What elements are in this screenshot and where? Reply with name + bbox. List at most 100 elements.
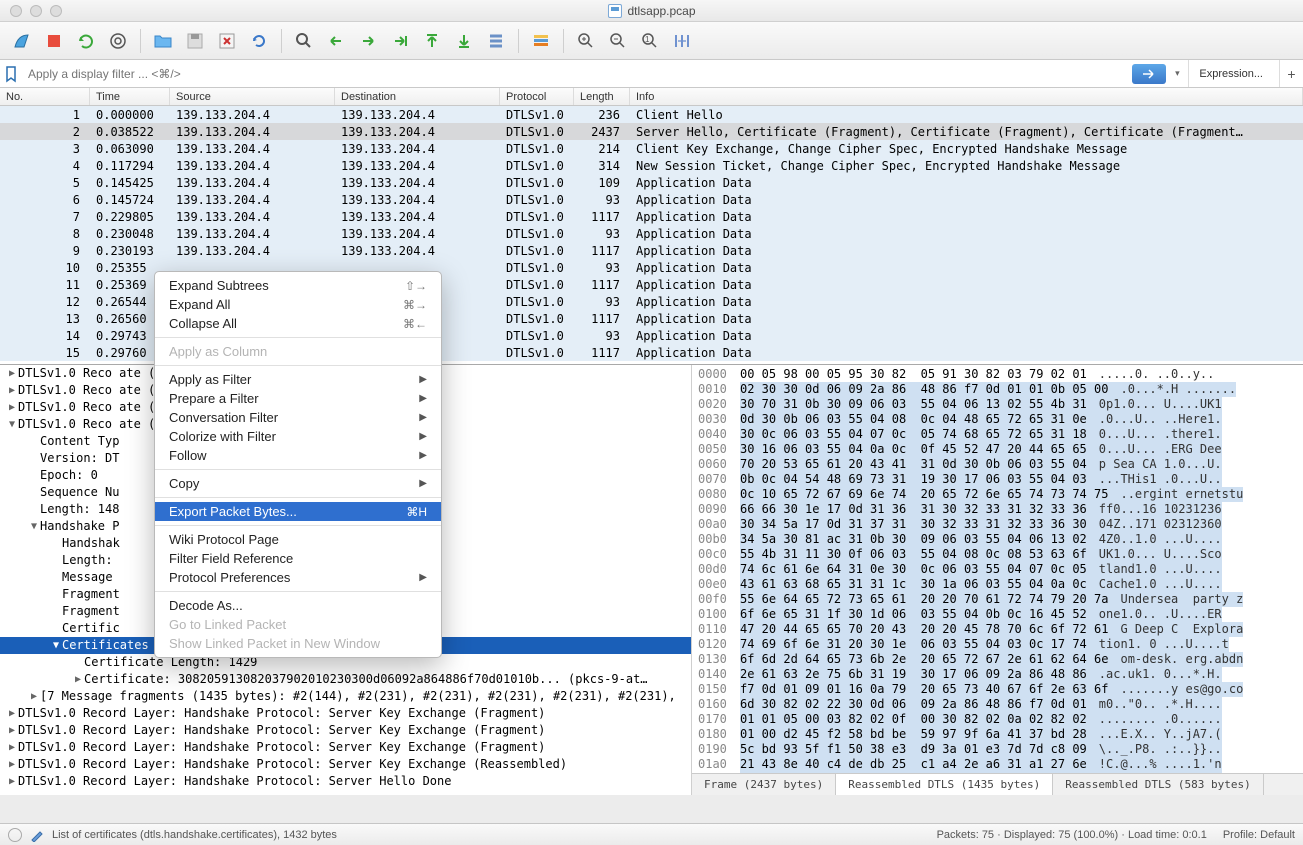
hex-row[interactable]: 00700b 0c 04 54 48 69 73 31 19 30 17 06 … (698, 472, 1297, 487)
add-filter-button[interactable]: + (1279, 60, 1303, 87)
edit-icon[interactable] (30, 828, 44, 842)
last-icon[interactable] (450, 27, 478, 55)
col-protocol[interactable]: Protocol (500, 88, 574, 105)
context-menu-item[interactable]: Apply as Filter▶ (155, 370, 441, 389)
context-menu-item[interactable]: Colorize with Filter▶ (155, 427, 441, 446)
options-icon[interactable] (104, 27, 132, 55)
tree-item[interactable]: ▶DTLSv1.0 Record Layer: Handshake Protoc… (0, 739, 691, 756)
hex-row[interactable]: 0150f7 0d 01 09 01 16 0a 79 20 65 73 40 … (698, 682, 1297, 697)
hex-row[interactable]: 002030 70 31 0b 30 09 06 03 55 04 06 13 … (698, 397, 1297, 412)
col-time[interactable]: Time (90, 88, 170, 105)
hex-row[interactable]: 00c055 4b 31 11 30 0f 06 03 55 04 08 0c … (698, 547, 1297, 562)
hex-row[interactable]: 01006f 6e 65 31 1f 30 1d 06 03 55 04 0b … (698, 607, 1297, 622)
hex-row[interactable]: 01306f 6d 2d 64 65 73 6b 2e 20 65 72 67 … (698, 652, 1297, 667)
open-folder-icon[interactable] (149, 27, 177, 55)
context-menu-item[interactable]: Conversation Filter▶ (155, 408, 441, 427)
restart-icon[interactable] (72, 27, 100, 55)
context-menu-item[interactable]: Follow▶ (155, 446, 441, 465)
hex-row[interactable]: 00800c 10 65 72 67 69 6e 74 20 65 72 6e … (698, 487, 1297, 502)
packet-row[interactable]: 60.145724139.133.204.4139.133.204.4DTLSv… (0, 191, 1303, 208)
resize-columns-icon[interactable] (668, 27, 696, 55)
minimize-window-button[interactable] (30, 5, 42, 17)
goto-icon[interactable] (386, 27, 414, 55)
hex-row[interactable]: 006070 20 53 65 61 20 43 41 31 0d 30 0b … (698, 457, 1297, 472)
tree-item[interactable]: ▶DTLSv1.0 Record Layer: Handshake Protoc… (0, 756, 691, 773)
next-icon[interactable] (354, 27, 382, 55)
colorize-icon[interactable] (527, 27, 555, 55)
hex-row[interactable]: 00f055 6e 64 65 72 73 65 61 20 20 70 61 … (698, 592, 1297, 607)
display-filter-input[interactable] (24, 65, 1126, 83)
find-icon[interactable] (290, 27, 318, 55)
hex-row[interactable]: 012074 69 6f 6e 31 20 30 1e 06 03 55 04 … (698, 637, 1297, 652)
packet-row[interactable]: 10.000000139.133.204.4139.133.204.4DTLSv… (0, 106, 1303, 123)
hex-tab-reassembled-2[interactable]: Reassembled DTLS (583 bytes) (1053, 774, 1263, 795)
hex-row[interactable]: 00e043 61 63 68 65 31 31 1c 30 1a 06 03 … (698, 577, 1297, 592)
context-menu-item[interactable]: Copy▶ (155, 474, 441, 493)
shark-fin-icon[interactable] (8, 27, 36, 55)
context-menu-item[interactable]: Protocol Preferences▶ (155, 568, 441, 587)
col-info[interactable]: Info (630, 88, 1303, 105)
packet-bytes-pane[interactable]: 000000 05 98 00 05 95 30 82 05 91 30 82 … (692, 365, 1303, 795)
expert-info-icon[interactable] (8, 828, 22, 842)
filter-apply-button[interactable] (1132, 64, 1166, 84)
hex-row[interactable]: 01a021 43 8e 40 c4 de db 25 c1 a4 2e a6 … (698, 757, 1297, 772)
close-window-button[interactable] (10, 5, 22, 17)
status-profile[interactable]: Profile: Default (1223, 829, 1295, 841)
reload-icon[interactable] (245, 27, 273, 55)
hex-row[interactable]: 00b034 5a 30 81 ac 31 0b 30 09 06 03 55 … (698, 532, 1297, 547)
filter-history-dropdown[interactable]: ▾ (1172, 68, 1182, 79)
hex-row[interactable]: 004030 0c 06 03 55 04 07 0c 05 74 68 65 … (698, 427, 1297, 442)
autoscroll-icon[interactable] (482, 27, 510, 55)
zoom-out-icon[interactable] (604, 27, 632, 55)
packet-row[interactable]: 40.117294139.133.204.4139.133.204.4DTLSv… (0, 157, 1303, 174)
context-menu-item[interactable]: Export Packet Bytes...⌘H (155, 502, 441, 521)
hex-row[interactable]: 00d074 6c 61 6e 64 31 0e 30 0c 06 03 55 … (698, 562, 1297, 577)
hex-tab-reassembled-1[interactable]: Reassembled DTLS (1435 bytes) (836, 774, 1053, 795)
zoom-reset-icon[interactable]: 1 (636, 27, 664, 55)
stop-icon[interactable] (40, 27, 68, 55)
hex-row[interactable]: 01905c bd 93 5f f1 50 38 e3 d9 3a 01 e3 … (698, 742, 1297, 757)
hex-row[interactable]: 00300d 30 0b 06 03 55 04 08 0c 04 48 65 … (698, 412, 1297, 427)
tree-item[interactable]: ▶DTLSv1.0 Record Layer: Handshake Protoc… (0, 773, 691, 790)
hex-row[interactable]: 005030 16 06 03 55 04 0a 0c 0f 45 52 47 … (698, 442, 1297, 457)
packet-row[interactable]: 90.230193139.133.204.4139.133.204.4DTLSv… (0, 242, 1303, 259)
context-menu-item[interactable]: Filter Field Reference (155, 549, 441, 568)
context-menu-item[interactable]: Expand Subtrees⇧→ (155, 276, 441, 295)
hex-row[interactable]: 001002 30 30 0d 06 09 2a 86 48 86 f7 0d … (698, 382, 1297, 397)
close-file-icon[interactable] (213, 27, 241, 55)
tree-item[interactable]: ▶DTLSv1.0 Record Layer: Handshake Protoc… (0, 705, 691, 722)
packet-row[interactable]: 70.229805139.133.204.4139.133.204.4DTLSv… (0, 208, 1303, 225)
first-icon[interactable] (418, 27, 446, 55)
context-menu-item[interactable]: Wiki Protocol Page (155, 530, 441, 549)
zoom-window-button[interactable] (50, 5, 62, 17)
hex-row[interactable]: 009066 66 30 1e 17 0d 31 36 31 30 32 33 … (698, 502, 1297, 517)
save-icon[interactable] (181, 27, 209, 55)
hex-row[interactable]: 00a030 34 5a 17 0d 31 37 31 30 32 33 31 … (698, 517, 1297, 532)
bookmark-icon[interactable] (4, 65, 18, 83)
tree-item[interactable]: ▶[7 Message fragments (1435 bytes): #2(1… (0, 688, 691, 705)
packet-row[interactable]: 50.145425139.133.204.4139.133.204.4DTLSv… (0, 174, 1303, 191)
col-source[interactable]: Source (170, 88, 335, 105)
tree-item[interactable]: ▶DTLSv1.0 Record Layer: Handshake Protoc… (0, 722, 691, 739)
hex-row[interactable]: 017001 01 05 00 03 82 02 0f 00 30 82 02 … (698, 712, 1297, 727)
context-menu-item[interactable]: Expand All⌘→ (155, 295, 441, 314)
packet-row[interactable]: 80.230048139.133.204.4139.133.204.4DTLSv… (0, 225, 1303, 242)
context-menu-item[interactable]: Decode As... (155, 596, 441, 615)
context-menu-item[interactable]: Prepare a Filter▶ (155, 389, 441, 408)
expression-button[interactable]: Expression... (1188, 60, 1273, 87)
hex-row[interactable]: 011047 20 44 65 65 70 20 43 20 20 45 78 … (698, 622, 1297, 637)
hex-row[interactable]: 01606d 30 82 02 22 30 0d 06 09 2a 86 48 … (698, 697, 1297, 712)
hex-row[interactable]: 01402e 61 63 2e 75 6b 31 19 30 17 06 09 … (698, 667, 1297, 682)
packet-row[interactable]: 20.038522139.133.204.4139.133.204.4DTLSv… (0, 123, 1303, 140)
packet-row[interactable]: 30.063090139.133.204.4139.133.204.4DTLSv… (0, 140, 1303, 157)
prev-icon[interactable] (322, 27, 350, 55)
hex-row[interactable]: 000000 05 98 00 05 95 30 82 05 91 30 82 … (698, 367, 1297, 382)
zoom-in-icon[interactable] (572, 27, 600, 55)
hex-row[interactable]: 018001 00 d2 45 f2 58 bd be 59 97 9f 6a … (698, 727, 1297, 742)
col-no[interactable]: No. (0, 88, 90, 105)
hex-tab-frame[interactable]: Frame (2437 bytes) (692, 774, 836, 795)
col-length[interactable]: Length (574, 88, 630, 105)
tree-item[interactable]: ▶Certificate: 30820591308203790201023030… (0, 671, 691, 688)
context-menu-item[interactable]: Collapse All⌘← (155, 314, 441, 333)
col-destination[interactable]: Destination (335, 88, 500, 105)
